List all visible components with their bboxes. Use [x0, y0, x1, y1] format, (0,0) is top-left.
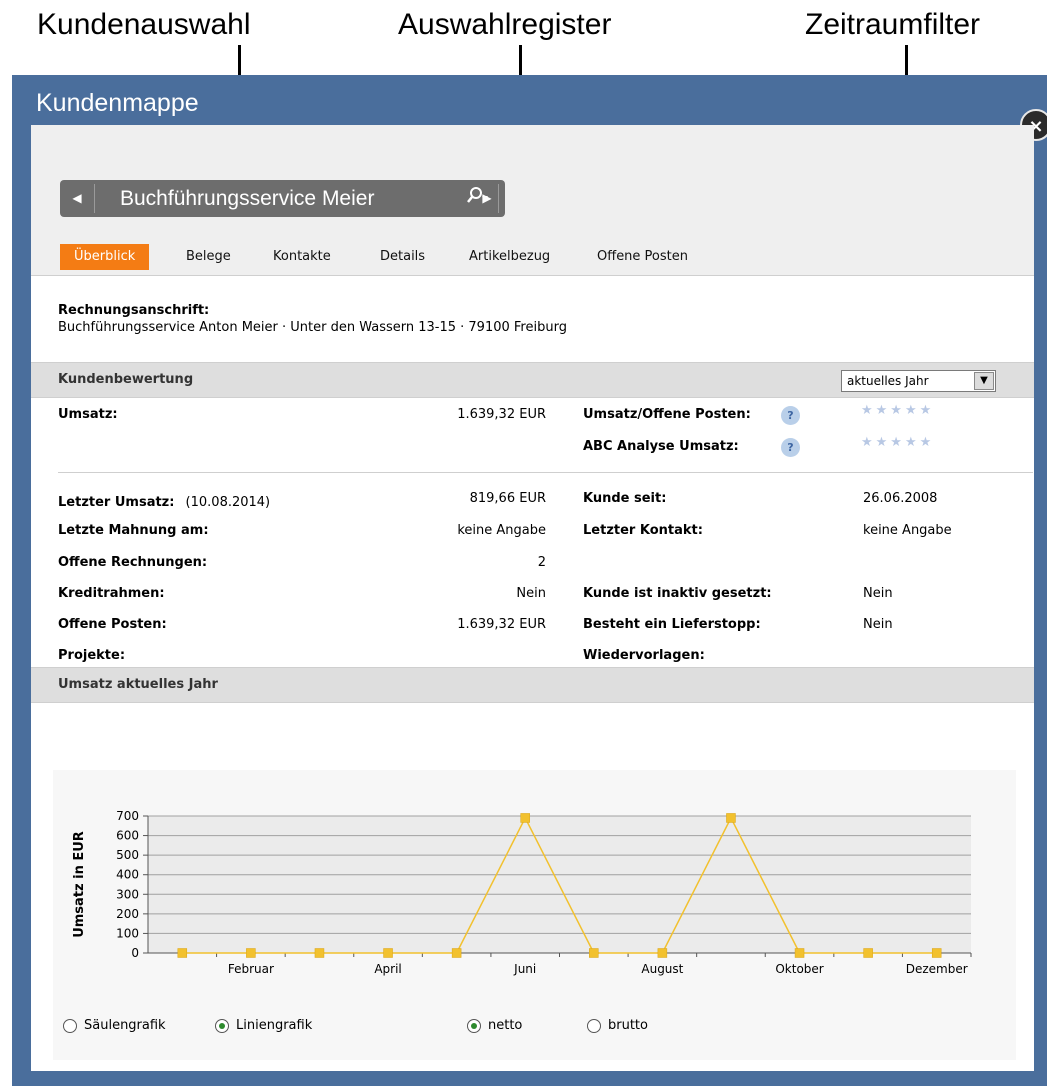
- data-point: [794, 948, 805, 958]
- radio-circle-selected: [215, 1018, 229, 1033]
- rating-stars-op: ★★★★★: [861, 403, 935, 418]
- callout-kundenauswahl: Kundenauswahl: [37, 8, 251, 41]
- customer-selector: ◀ Buchführungsservice Meier ▶: [60, 180, 505, 217]
- selector-divider: [94, 184, 95, 213]
- data-point: [177, 948, 188, 958]
- letzter-kontakt-value: keine Angabe: [863, 523, 952, 538]
- y-tick-label: 500: [116, 848, 139, 862]
- y-tick-label: 200: [116, 907, 139, 921]
- period-select-value: aktuelles Jahr: [847, 374, 929, 388]
- x-tick-label: Dezember: [906, 962, 968, 976]
- data-point: [520, 813, 530, 823]
- letzter-umsatz-value: 819,66 EUR: [469, 491, 546, 506]
- revenue-line-chart: 0 100 200 300 400 500 600 700 Februar April Juni Au…: [72, 809, 972, 976]
- lieferstopp-label: Besteht ein Lieferstopp:: [583, 617, 761, 632]
- callout-auswahlregister: Auswahlregister: [398, 8, 612, 41]
- customer-name[interactable]: Buchführungsservice Meier: [120, 180, 374, 217]
- detail-row: Letzter Umsatz: (10.08.2014): [58, 495, 271, 510]
- y-tick-label: 300: [116, 887, 139, 901]
- tab-kontakte[interactable]: Kontakte: [273, 244, 331, 270]
- lieferstopp-value: Nein: [863, 617, 893, 632]
- address-value: Buchführungsservice Anton Meier · Unter …: [58, 320, 567, 335]
- abc-analyse-label: ABC Analyse Umsatz:: [583, 439, 739, 454]
- y-tick-label: 600: [116, 829, 139, 843]
- radio-circle-selected: [467, 1018, 481, 1033]
- radio-brutto[interactable]: brutto: [587, 1018, 648, 1033]
- data-point: [246, 948, 256, 958]
- section-title: Umsatz aktuelles Jahr: [58, 677, 218, 692]
- kunde-seit-value: 26.06.2008: [863, 491, 938, 506]
- radio-saeulengrafik[interactable]: Säulengrafik: [63, 1018, 166, 1033]
- data-point: [863, 948, 873, 958]
- offene-rechnungen-label: Offene Rechnungen:: [58, 555, 208, 570]
- umsatz-label: Umsatz:: [58, 407, 118, 422]
- help-icon[interactable]: ?: [781, 438, 800, 457]
- tab-artikelbezug[interactable]: Artikelbezug: [469, 244, 550, 270]
- radio-liniengrafik[interactable]: Liniengrafik: [215, 1018, 312, 1033]
- x-tick-label: April: [374, 962, 401, 976]
- y-tick-label: 700: [116, 809, 139, 823]
- tab-belege[interactable]: Belege: [186, 244, 231, 270]
- umsatz-value: 1.639,32 EUR: [457, 407, 546, 422]
- radio-circle: [63, 1018, 77, 1033]
- window-content: ◀ Buchführungsservice Meier ▶ Überblick …: [31, 125, 1034, 1071]
- callout-zeitraumfilter: Zeitraumfilter: [805, 8, 981, 41]
- offene-posten-label: Offene Posten:: [58, 617, 167, 632]
- y-tick-label: 100: [116, 926, 139, 940]
- umsatz-op-label: Umsatz/Offene Posten:: [583, 407, 751, 422]
- data-point: [383, 948, 393, 958]
- y-axis-label: Umsatz in EUR: [72, 831, 87, 938]
- section-umsatz-jahr: Umsatz aktuelles Jahr: [31, 667, 1034, 703]
- offene-rechnungen-value: 2: [537, 555, 546, 570]
- wiedervorlagen-label: Wiedervorlagen:: [583, 648, 705, 663]
- tab-details[interactable]: Details: [380, 244, 425, 270]
- help-icon[interactable]: ?: [781, 406, 800, 425]
- offene-posten-value: 1.639,32 EUR: [457, 617, 546, 632]
- data-point: [589, 948, 599, 958]
- tab-ueberblick[interactable]: Überblick: [60, 244, 150, 270]
- window-title: Kundenmappe: [36, 89, 199, 117]
- kundenmappe-window: Kundenmappe × ◀ Buchführungsservice Meie…: [12, 75, 1047, 1086]
- tab-offene-posten[interactable]: Offene Posten: [597, 244, 688, 270]
- radio-circle: [587, 1018, 601, 1033]
- rating-stars-abc: ★★★★★: [861, 435, 935, 450]
- section-title: Kundenbewertung: [58, 372, 194, 387]
- header-area: ◀ Buchführungsservice Meier ▶ Überblick …: [31, 125, 1034, 276]
- data-point: [657, 948, 668, 958]
- x-tick-label: Februar: [228, 962, 274, 976]
- letzter-kontakt-label: Letzter Kontakt:: [583, 523, 703, 538]
- period-select[interactable]: aktuelles Jahr ▼: [841, 370, 996, 392]
- data-point: [931, 948, 942, 958]
- inaktiv-value: Nein: [863, 586, 893, 601]
- kreditrahmen-value: Nein: [516, 586, 546, 601]
- x-tick-label: Oktober: [775, 962, 823, 976]
- letzte-mahnung-label: Letzte Mahnung am:: [58, 523, 209, 538]
- y-tick-label: 0: [131, 946, 139, 960]
- divider: [58, 472, 1033, 473]
- inaktiv-label: Kunde ist inaktiv gesetzt:: [583, 586, 772, 601]
- kreditrahmen-label: Kreditrahmen:: [58, 586, 165, 601]
- x-tick-label: Juni: [513, 962, 536, 976]
- data-point: [726, 813, 736, 823]
- radio-netto[interactable]: netto: [467, 1018, 522, 1033]
- y-tick-label: 400: [116, 868, 139, 882]
- kunde-seit-label: Kunde seit:: [583, 491, 667, 506]
- chevron-down-icon[interactable]: ▼: [974, 372, 994, 390]
- data-point: [451, 948, 462, 958]
- letzte-mahnung-value: keine Angabe: [457, 523, 546, 538]
- projekte-label: Projekte:: [58, 648, 126, 663]
- next-customer-button[interactable]: ▶: [470, 180, 504, 217]
- x-tick-label: August: [641, 962, 683, 976]
- address-label: Rechnungsanschrift:: [58, 303, 210, 318]
- prev-customer-button[interactable]: ◀: [60, 180, 94, 217]
- revenue-chart-panel: 0 100 200 300 400 500 600 700 Februar April Juni Au…: [53, 770, 1016, 1060]
- data-point: [314, 948, 325, 958]
